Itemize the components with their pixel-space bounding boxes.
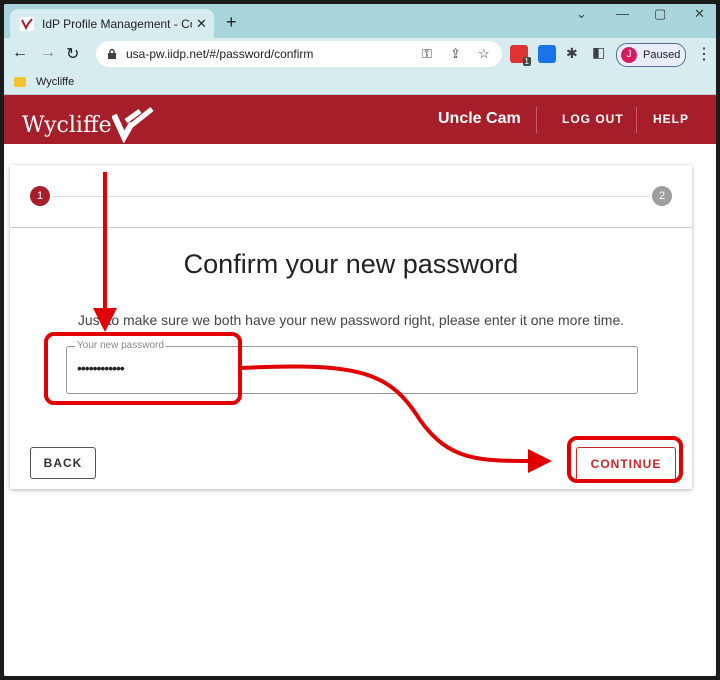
back-button[interactable]: BACK: [30, 447, 96, 479]
close-window-icon[interactable]: ✕: [694, 6, 705, 22]
lock-icon: [108, 48, 116, 59]
minimize-icon[interactable]: —: [616, 6, 629, 21]
password-field-label: Your new password: [75, 340, 166, 351]
address-bar[interactable]: usa-pw.iidp.net/#/password/confirm ⚿ ⇪ ☆: [96, 41, 502, 67]
star-icon[interactable]: ☆: [478, 46, 490, 62]
wycliffe-favicon-icon: [20, 16, 34, 31]
user-name[interactable]: Uncle Cam: [438, 110, 521, 128]
browser-tab[interactable]: IdP Profile Management - Confirm ✕: [10, 9, 214, 38]
url-text: usa-pw.iidp.net/#/password/confirm: [126, 47, 314, 61]
browser-toolbar: ← → ↻ usa-pw.iidp.net/#/password/confirm…: [4, 38, 716, 70]
puzzle-icon[interactable]: ✱: [566, 45, 578, 62]
bookmark-wycliffe[interactable]: Wycliffe: [36, 76, 74, 88]
new-tab-icon[interactable]: +: [226, 12, 237, 33]
instructions-text: Just to make sure we both have your new …: [77, 312, 625, 328]
profile-status: Paused: [643, 49, 681, 61]
confirm-password-field[interactable]: Your new password ••••••••••••: [66, 340, 638, 394]
stepper-line: [52, 196, 650, 197]
key-icon[interactable]: ⚿: [422, 46, 432, 62]
browser-window: IdP Profile Management - Confirm ✕ + ⌄ —…: [4, 4, 716, 676]
logo-text: Wycliffe: [22, 112, 112, 138]
profile-button[interactable]: J Paused: [616, 43, 686, 67]
forward-arrow-icon[interactable]: →: [40, 44, 56, 62]
wycliffe-mark-icon: [111, 107, 154, 143]
header-divider: [636, 107, 637, 133]
header-divider: [536, 107, 537, 133]
tab-strip: IdP Profile Management - Confirm ✕ + ⌄ —…: [4, 4, 716, 38]
avatar: J: [621, 47, 637, 63]
back-arrow-icon[interactable]: ←: [12, 44, 28, 62]
page-title: Confirm your new password: [183, 249, 519, 279]
bookmarks-bar: Wycliffe: [4, 70, 716, 95]
continue-button[interactable]: CONTINUE: [576, 447, 676, 481]
extension-badge: 1: [522, 57, 531, 66]
kebab-menu-icon[interactable]: ⋮: [696, 44, 712, 64]
app-header: Wycliffe Uncle Cam LOG OUT HELP: [4, 95, 716, 144]
step-2-indicator: 2: [652, 186, 672, 206]
chevron-down-icon[interactable]: ⌄: [576, 6, 587, 22]
help-link[interactable]: HELP: [653, 112, 689, 126]
page-content: Wycliffe Uncle Cam LOG OUT HELP 1 2 Conf…: [4, 95, 716, 676]
password-confirm-card: 1 2 Confirm your new password Just to ma…: [10, 165, 692, 489]
folder-icon: [14, 77, 26, 87]
wycliffe-logo[interactable]: Wycliffe: [22, 107, 158, 143]
share-icon[interactable]: ⇪: [450, 46, 461, 62]
logout-link[interactable]: LOG OUT: [562, 112, 624, 126]
stepper: 1 2: [10, 165, 692, 227]
step-1-indicator: 1: [30, 186, 50, 206]
extension-icon[interactable]: [538, 45, 556, 63]
side-panel-icon[interactable]: ◧: [592, 44, 605, 61]
tab-title: IdP Profile Management - Confirm: [42, 16, 192, 31]
tab-close-icon[interactable]: ✕: [196, 16, 207, 32]
divider: [10, 227, 692, 228]
maximize-icon[interactable]: ▢: [654, 6, 666, 22]
password-input[interactable]: ••••••••••••: [77, 360, 125, 376]
reload-icon[interactable]: ↻: [66, 44, 79, 64]
adblock-extension-icon[interactable]: 1: [510, 45, 531, 66]
